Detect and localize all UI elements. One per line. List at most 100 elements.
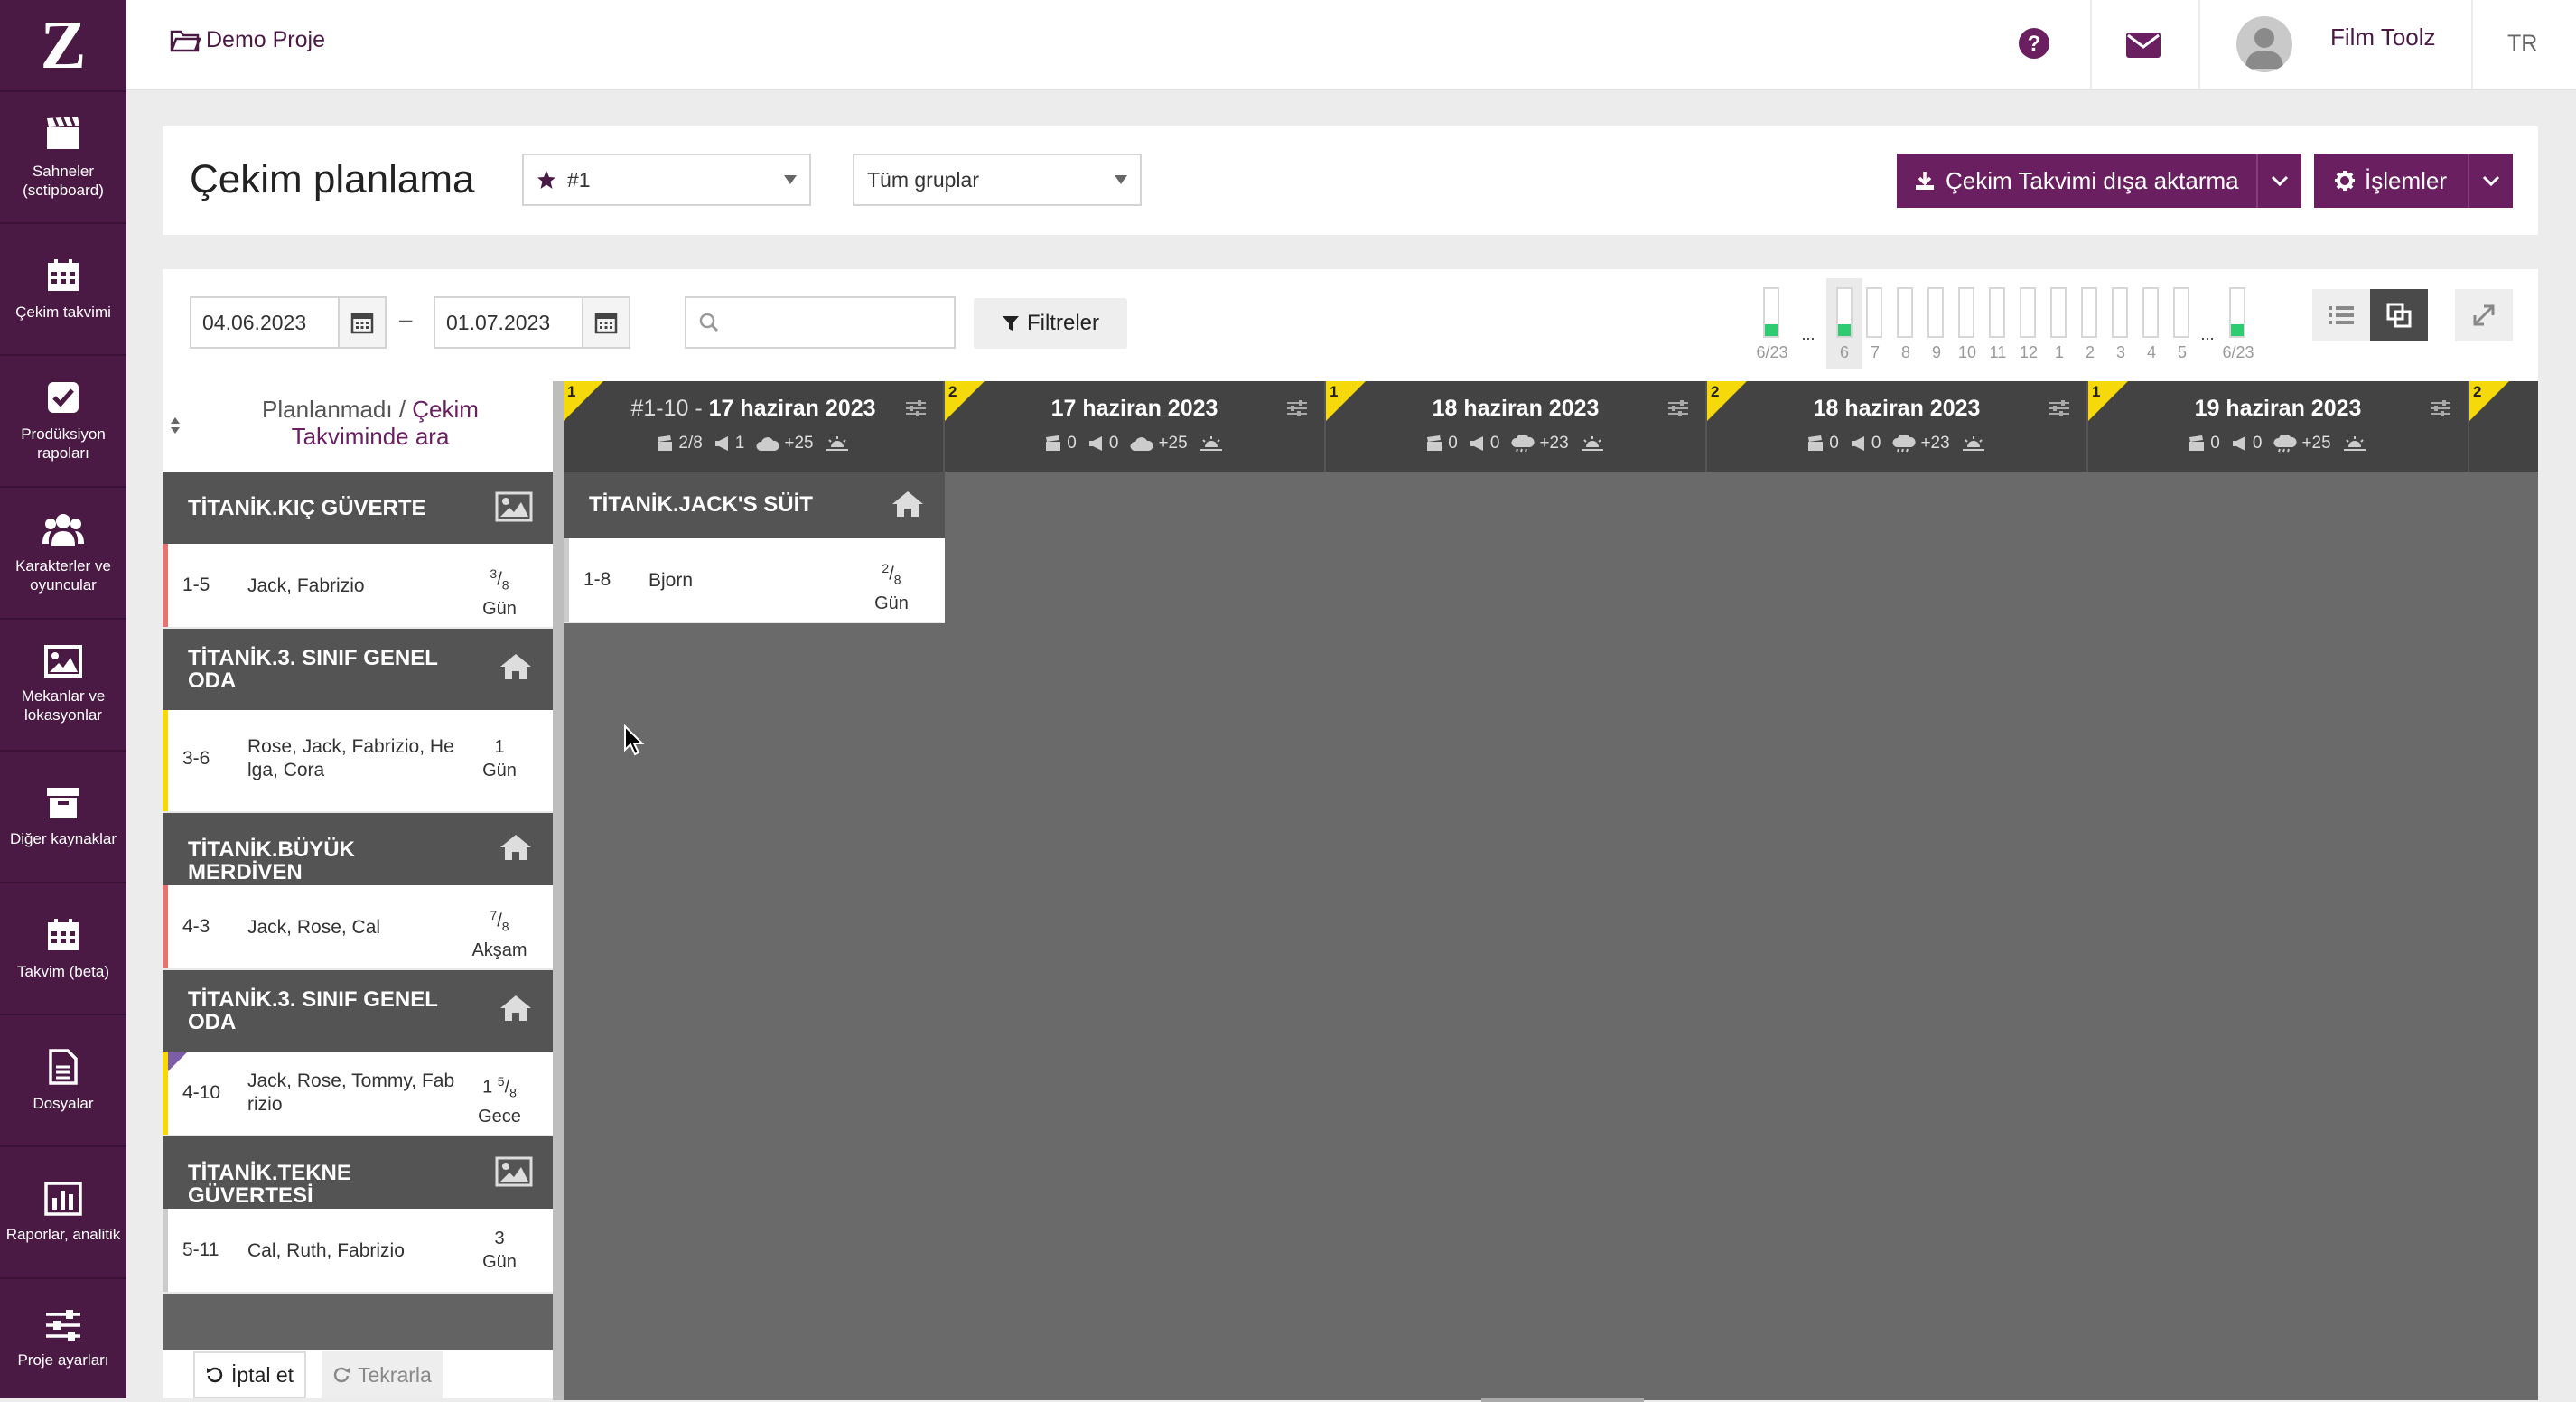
scene-card[interactable]: 4-10 Jack, Rose, Tommy, Fabrizio 1 5/8 Ge… — [163, 1052, 553, 1136]
sidebar-item-schedule[interactable]: Çekim takvimi — [0, 222, 126, 354]
scenes-stat: 0 — [1426, 434, 1458, 453]
date-to-field[interactable]: 01.07.2023 — [434, 296, 630, 349]
day-ellipsis[interactable]: ... — [1790, 325, 1826, 344]
sidebar-item-files[interactable]: Dosyalar — [0, 1014, 126, 1145]
day-fill-bar — [1897, 287, 1913, 338]
day-column-header[interactable]: 1 #1-10 - 17 haziran 2023 2/8 1 +25 — [564, 381, 945, 472]
location-name: TİTANİK.JACK'S SÜİT — [589, 492, 813, 517]
schedule-board: 1 #1-10 - 17 haziran 2023 2/8 1 +25 2 17… — [564, 381, 2538, 1400]
actions-dropdown-toggle[interactable] — [2468, 154, 2513, 208]
app-logo[interactable]: Z — [0, 0, 126, 90]
date-from-field[interactable]: 04.06.2023 — [190, 296, 387, 349]
date-to-value[interactable]: 01.07.2023 — [435, 311, 582, 335]
calendar-icon[interactable] — [337, 298, 385, 347]
download-icon — [1915, 171, 1935, 191]
day-settings-icon[interactable] — [1286, 399, 1308, 417]
envelope-icon[interactable] — [2126, 33, 2161, 58]
location-name: TİTANİK.3. SINIF GENEL ODA — [188, 646, 438, 693]
actions-button[interactable]: İşlemler — [2314, 154, 2468, 208]
scene-characters: Jack, Fabrizio — [247, 575, 365, 596]
location-header[interactable]: TİTANİK.BÜYÜK MERDİVEN — [163, 813, 553, 885]
length-numerator: 2 — [882, 561, 890, 575]
scene-time: Gün — [482, 1252, 517, 1272]
day-label: 6/23 — [1756, 343, 1788, 361]
group-select[interactable]: Tüm gruplar — [853, 154, 1142, 206]
temperature: +25 — [2301, 434, 2331, 453]
sidebar-item-other-resources[interactable]: Diğer kaynaklar — [0, 750, 126, 882]
image-icon — [44, 645, 82, 678]
day-column-header[interactable]: 1 18 haziran 2023 0 0 +23 — [1326, 381, 1707, 472]
sort-icon[interactable] — [170, 416, 181, 435]
length-whole: 3 — [494, 1229, 505, 1248]
day-settings-icon[interactable] — [905, 399, 927, 417]
day-column-header[interactable]: 2 17 haziran 2023 0 0 +25 — [945, 381, 1326, 472]
checkbox-icon — [45, 379, 81, 416]
fullscreen-button[interactable] — [2455, 289, 2513, 341]
day-settings-icon[interactable] — [2049, 399, 2070, 417]
location-header[interactable]: TİTANİK.3. SINIF GENEL ODA — [163, 970, 553, 1052]
sidebar-item-label: Mekanlar ve lokasyonlar — [21, 687, 106, 724]
scene-number: 5-11 — [182, 1239, 219, 1260]
filters-button[interactable]: Filtreler — [974, 298, 1127, 349]
svg-text:?: ? — [2028, 32, 2041, 56]
archive-icon — [45, 786, 81, 820]
project-breadcrumb[interactable]: Demo Proje — [170, 27, 325, 53]
scene-time: Akşam — [471, 939, 527, 960]
day-ellipsis[interactable]: ... — [2189, 325, 2226, 344]
language-switcher[interactable]: TR — [2507, 31, 2537, 57]
sunrise-icon — [825, 435, 850, 453]
schedule-select[interactable]: #1 — [522, 154, 811, 206]
project-name[interactable]: Demo Proje — [206, 27, 325, 53]
day-column-header[interactable]: 1 19 haziran 2023 0 0 +25 — [2088, 381, 2469, 472]
sidebar-item-scenes[interactable]: Sahneler (sctipboard) — [0, 90, 126, 222]
scene-card[interactable]: 5-11 Cal, Ruth, Fabrizio 3 Gün — [163, 1209, 553, 1294]
undo-button[interactable]: İptal et — [193, 1351, 307, 1398]
length-numerator: 7 — [490, 908, 498, 922]
day-settings-icon[interactable] — [1667, 399, 1689, 417]
board-view-button[interactable] — [2370, 289, 2428, 341]
sidebar-item-locations[interactable]: Mekanlar ve lokasyonlar — [0, 618, 126, 750]
export-schedule-button[interactable]: Çekim Takvimi dışa aktarma — [1897, 154, 2256, 208]
sidebar-item-production-reports[interactable]: Prodüksiyon rapoları — [0, 354, 126, 486]
redo-button[interactable]: Tekrarla — [322, 1351, 443, 1398]
day-column-header[interactable]: 2 — [2469, 381, 2538, 472]
location-header[interactable]: TİTANİK.KIÇ GÜVERTE — [163, 472, 553, 544]
help-icon[interactable]: ? — [2018, 27, 2050, 60]
day-date: 18 haziran 2023 — [1813, 396, 1981, 421]
day-settings-icon[interactable] — [2430, 399, 2451, 417]
clapperboard-icon — [1046, 435, 1061, 451]
scene-length: 3 Gün — [468, 1227, 531, 1274]
day-label: 6/23 — [2222, 343, 2254, 361]
sidebar-item-project-settings[interactable]: Proje ayarları — [0, 1277, 126, 1398]
export-dropdown-toggle[interactable] — [2256, 154, 2301, 208]
document-icon — [48, 1048, 79, 1085]
location-header[interactable]: TİTANİK.3. SINIF GENEL ODA — [163, 629, 553, 710]
scene-card[interactable]: 3-6 Rose, Jack, Fabrizio, Helga, Cora 1 G… — [163, 710, 553, 813]
search-input[interactable] — [685, 296, 956, 349]
horizontal-scrollbar[interactable] — [1481, 1398, 1644, 1402]
sidebar-item-reports[interactable]: Raporlar, analitik — [0, 1145, 126, 1277]
user-menu[interactable]: Film Toolz — [2236, 16, 2436, 72]
planned-location-header[interactable]: TİTANİK.JACK'S SÜİT — [564, 472, 945, 538]
chevron-down-icon — [784, 175, 797, 184]
date-from-value[interactable]: 04.06.2023 — [191, 311, 338, 335]
day-fill-bar — [1989, 287, 2005, 338]
sidebar-item-calendar-beta[interactable]: Takvim (beta) — [0, 882, 126, 1014]
planned-scene-card[interactable]: 1-8 Bjorn 2/8 Gün — [564, 538, 945, 623]
unplanned-label: Planlanmadı — [262, 396, 393, 423]
column-resizer[interactable] — [553, 381, 564, 1400]
page-header: Çekim planlama #1 Tüm gruplar Çekim Takv… — [163, 126, 2538, 235]
calendar-icon[interactable] — [581, 298, 629, 347]
scene-number: 3-6 — [182, 748, 210, 769]
megaphone-icon — [2232, 436, 2245, 451]
day-column-header[interactable]: 2 18 haziran 2023 0 0 +23 — [1707, 381, 2088, 472]
sliders-icon — [44, 1309, 82, 1341]
sidebar-item-characters[interactable]: Karakterler ve oyuncular — [0, 486, 126, 618]
location-header[interactable]: TİTANİK.TEKNE GÜVERTESİ — [163, 1136, 553, 1209]
scene-card[interactable]: 1-5 Jack, Fabrizio 3/8 Gün — [163, 544, 553, 629]
megaphone-icon — [1470, 436, 1483, 451]
scenes-stat: 0 — [1807, 434, 1839, 453]
scene-length: 1 Gün — [468, 735, 531, 782]
scene-card[interactable]: 4-3 Jack, Rose, Cal 7/8 Akşam — [163, 885, 553, 970]
list-view-button[interactable] — [2312, 289, 2370, 341]
